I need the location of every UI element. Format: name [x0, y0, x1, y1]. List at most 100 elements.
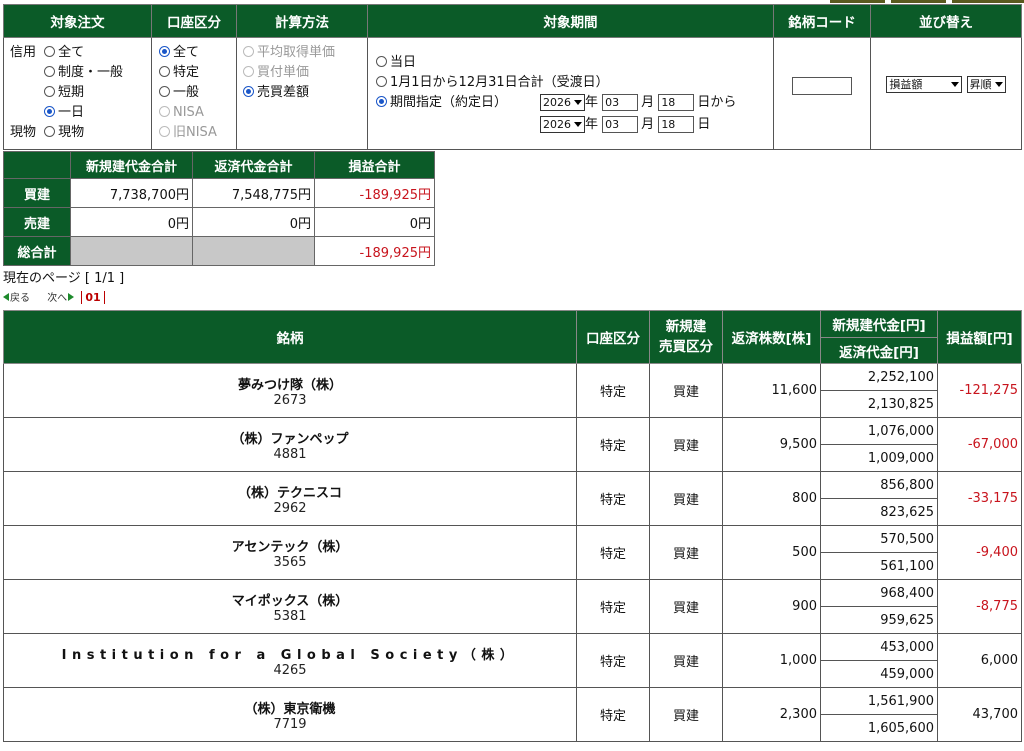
from-year-label: 年	[585, 95, 599, 110]
profit-loss: -67,000	[937, 417, 1022, 472]
table-row: アセンテック（株） 3565 特定 買建 500 570,500 -9,400	[3, 525, 1022, 580]
account-type: 特定	[576, 471, 650, 526]
summary-header-close: 返済代金合計	[192, 151, 315, 179]
account-type: 特定	[576, 525, 650, 580]
account-type: 特定	[576, 417, 650, 472]
from-day-label: 日から	[697, 95, 737, 110]
summary-row-sell: 売建 0円 0円 0円	[3, 207, 435, 237]
from-month-label: 月	[641, 95, 655, 110]
results-table: 銘柄 口座区分 新規建 売買区分 返済株数[株] 新規建代金[円] 損益額[円] …	[3, 310, 1022, 742]
to-month-input[interactable]: 03	[602, 116, 639, 133]
radio-credit-short[interactable]: 短期	[10, 83, 151, 103]
profit-loss: -33,175	[937, 471, 1022, 526]
col-header-name: 銘柄	[3, 310, 577, 364]
close-amount: 561,100	[820, 552, 938, 580]
table-row: マイポックス（株） 5381 特定 買建 900 968,400 -8,775	[3, 579, 1022, 634]
col-header-close-amount: 返済代金[円]	[820, 337, 938, 364]
to-day-input[interactable]: 18	[658, 116, 695, 133]
summary-pl-value: -189,925円	[314, 178, 435, 208]
radio-period-today[interactable]: 当日	[376, 53, 773, 73]
summary-header-pl: 損益合計	[314, 151, 435, 179]
stock-name: （株）東京衛機	[244, 701, 336, 717]
stock-name: 夢みつけ隊（株）	[237, 377, 342, 393]
radio-credit-day[interactable]: 一日	[10, 103, 151, 123]
to-year-select[interactable]: 2026	[540, 116, 585, 133]
back-link[interactable]: 戻る	[3, 293, 30, 304]
filter-panel: 対象注文 口座区分 計算方法 対象期間 銘柄コード 並び替え 信用 全て 制度・…	[3, 4, 1022, 150]
stock-code: 3565	[273, 554, 307, 570]
radio-calc-diff[interactable]: 売買差額	[243, 83, 367, 103]
header-code: 銘柄コード	[773, 4, 871, 38]
header-sort: 並び替え	[870, 4, 1022, 38]
header-order-type: 対象注文	[3, 4, 152, 38]
stock-code: 4265	[273, 662, 307, 678]
page-number-link[interactable]: 01	[81, 291, 105, 304]
stock-code: 2962	[273, 500, 307, 516]
close-amount: 823,625	[820, 498, 938, 526]
summary-table: 新規建代金合計 返済代金合計 損益合計 買建 7,738,700円 7,548,…	[3, 151, 435, 266]
close-amount: 2,130,825	[820, 390, 938, 418]
radio-account-tokutei[interactable]: 特定	[159, 63, 236, 83]
summary-corner	[3, 151, 71, 179]
radio-account-all[interactable]: 全て	[159, 43, 236, 63]
close-amount: 1,605,600	[820, 714, 938, 742]
from-year-select[interactable]: 2026	[540, 94, 585, 111]
col-header-account: 口座区分	[576, 310, 650, 364]
open-amount: 570,500	[820, 525, 938, 553]
open-amount: 968,400	[820, 579, 938, 607]
radio-credit-all[interactable]: 全て	[44, 45, 84, 60]
profit-loss: -8,775	[937, 579, 1022, 634]
stock-name-cell: マイポックス（株） 5381	[3, 579, 577, 634]
account-type: 特定	[576, 363, 650, 418]
stock-name: Institution for a Global Society（株）	[61, 647, 519, 663]
from-day-input[interactable]: 18	[658, 94, 695, 111]
header-period: 対象期間	[367, 4, 774, 38]
triangle-left-icon	[3, 293, 9, 301]
trade-type: 買建	[649, 417, 723, 472]
summary-row-label: 買建	[3, 178, 71, 208]
summary-open-value: 7,738,700円	[70, 178, 193, 208]
summary-close-value: 7,548,775円	[192, 178, 315, 208]
triangle-right-icon	[68, 293, 75, 301]
calc-cell: 平均取得単価 買付単価 売買差額	[236, 37, 368, 150]
spot-label: 現物	[10, 125, 37, 140]
col-header-trade: 新規建 売買区分	[649, 310, 723, 364]
return-quantity: 2,300	[722, 687, 821, 742]
table-row: （株）テクニスコ 2962 特定 買建 800 856,800 -33,175	[3, 471, 1022, 526]
return-quantity: 9,500	[722, 417, 821, 472]
radio-account-ippan[interactable]: 一般	[159, 83, 236, 103]
stock-code-input[interactable]	[792, 76, 852, 95]
return-quantity: 800	[722, 471, 821, 526]
close-amount: 459,000	[820, 660, 938, 688]
trade-type: 買建	[649, 633, 723, 688]
open-amount: 1,561,900	[820, 687, 938, 715]
stock-name-cell: 夢みつけ隊（株） 2673	[3, 363, 577, 418]
return-quantity: 1,000	[722, 633, 821, 688]
to-month-label: 月	[641, 117, 655, 132]
summary-close-value: 0円	[192, 207, 315, 237]
radio-spot[interactable]: 現物	[44, 125, 84, 140]
radio-calc-average: 平均取得単価	[243, 43, 367, 63]
account-type: 特定	[576, 633, 650, 688]
next-link[interactable]: 次へ	[47, 293, 75, 304]
stock-name: （株）ファンペップ	[231, 431, 349, 447]
stock-name-cell: （株）ファンペップ 4881	[3, 417, 577, 472]
return-quantity: 11,600	[722, 363, 821, 418]
radio-period-year[interactable]: 1月1日から12月31日合計（受渡日）	[376, 73, 773, 93]
period-cell: 当日 1月1日から12月31日合計（受渡日） 期間指定（約定日） 2026 年 0…	[367, 37, 774, 150]
pager: 戻る 次へ 01	[3, 289, 105, 304]
trade-type: 買建	[649, 471, 723, 526]
trade-type: 買建	[649, 687, 723, 742]
radio-credit-standard[interactable]: 制度・一般	[10, 63, 151, 83]
open-amount: 453,000	[820, 633, 938, 661]
summary-pl-value: 0円	[314, 207, 435, 237]
radio-account-nisa: NISA	[159, 103, 236, 123]
stock-code: 2673	[273, 392, 307, 408]
col-header-pl: 損益額[円]	[937, 310, 1022, 364]
summary-row-buy: 買建 7,738,700円 7,548,775円 -189,925円	[3, 178, 435, 208]
from-month-input[interactable]: 03	[602, 94, 639, 111]
table-row: （株）東京衛機 7719 特定 買建 2,300 1,561,900 43,700	[3, 687, 1022, 742]
stock-name: （株）テクニスコ	[237, 485, 342, 501]
sort-order-select[interactable]: 昇順	[966, 76, 1006, 93]
sort-field-select[interactable]: 損益額	[886, 76, 963, 93]
